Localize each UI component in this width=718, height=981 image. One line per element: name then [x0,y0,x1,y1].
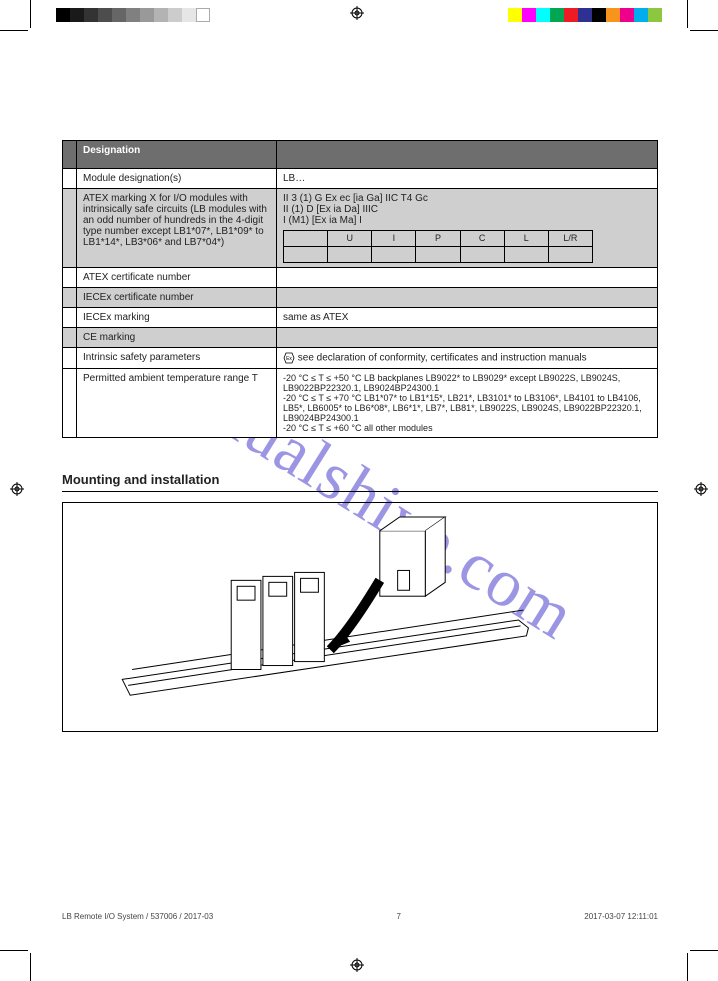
inner-cell [504,247,548,263]
inner-cell [284,247,328,263]
cell-label: IECEx marking [77,308,277,328]
table-row: Permitted ambient temperature range T -2… [63,369,658,438]
table-row: ATEX marking X for I/O modules with intr… [63,189,658,268]
cell-value: -20 °C ≤ T ≤ +50 °C LB backplanes LB9022… [277,369,658,438]
cell-stub [63,268,77,288]
ex-hexagon-icon: Ex [283,352,295,364]
svg-text:Ex: Ex [286,356,292,362]
th-value [277,141,658,169]
cell-label: Permitted ambient temperature range T [77,369,277,438]
cell-label: ATEX certificate number [77,268,277,288]
crop-mark [30,953,31,981]
registration-mark-left [10,482,24,496]
page-footer: LB Remote I/O System / 537006 / 2017-03 … [62,912,658,921]
table-row: ATEX certificate number [63,268,658,288]
th-designation: Designation [77,141,277,169]
table-row: Module designation(s) LB… [63,169,658,189]
cell-stub [63,169,77,189]
crop-mark [30,0,31,28]
cell-label: Intrinsic safety parameters [77,348,277,369]
inner-cell [416,247,460,263]
inner-cell [548,247,592,263]
cell-value: same as ATEX [277,308,658,328]
grayscale-bar [56,8,210,22]
cell-label: CE marking [77,328,277,348]
cell-value: LB… [277,169,658,189]
cell-value [277,268,658,288]
cell-stub [63,348,77,369]
inner-cell [372,247,416,263]
inner-cell [328,247,372,263]
inner-params-table: U I P C L L/R [283,230,593,263]
crop-mark [690,30,718,31]
inner-th: U [328,231,372,247]
table-row: IECEx certificate number [63,288,658,308]
crop-mark [687,953,688,981]
color-bar [508,8,662,22]
footer-timestamp: 2017-03-07 12:11:01 [584,912,658,921]
inner-cell [460,247,504,263]
table-row: IECEx marking same as ATEX [63,308,658,328]
cell-label: ATEX marking X for I/O modules with intr… [77,189,277,268]
marking-text: II 3 (1) G Ex ec [ia Ga] IIC T4 Gc II (1… [283,193,651,226]
spec-table: Designation Module designation(s) LB… AT… [62,140,658,438]
page-content: Designation Module designation(s) LB… AT… [62,140,658,732]
registration-mark-top [350,6,364,20]
table-row: CE marking [63,328,658,348]
din-rail-illustration-icon [71,511,649,723]
cell-value [277,328,658,348]
cell-stub [63,308,77,328]
cell-value: Ex see declaration of conformity, certif… [277,348,658,369]
inner-th: C [460,231,504,247]
cell-value: II 3 (1) G Ex ec [ia Ga] IIC T4 Gc II (1… [277,189,658,268]
crop-mark [687,0,688,28]
inner-th: L [504,231,548,247]
cell-label: IECEx certificate number [77,288,277,308]
footer-left: LB Remote I/O System / 537006 / 2017-03 [62,912,213,921]
inner-th: L/R [548,231,592,247]
cell-stub [63,189,77,268]
inner-th: P [416,231,460,247]
inner-th: I [372,231,416,247]
registration-mark-bottom [350,958,364,972]
crop-mark [0,30,28,31]
cell-stub [63,369,77,438]
cell-stub [63,328,77,348]
inner-th [284,231,328,247]
section-title: Mounting and installation [62,472,658,492]
crop-mark [0,950,28,951]
cell-value [277,288,658,308]
page-number: 7 [397,912,401,921]
cell-label: Module designation(s) [77,169,277,189]
th-stub [63,141,77,169]
registration-mark-right [694,482,708,496]
table-row: Intrinsic safety parameters Ex see decla… [63,348,658,369]
crop-mark [690,950,718,951]
mounting-figure [62,502,658,732]
cell-stub [63,288,77,308]
intrinsic-safety-text: see declaration of conformity, certifica… [298,353,587,364]
